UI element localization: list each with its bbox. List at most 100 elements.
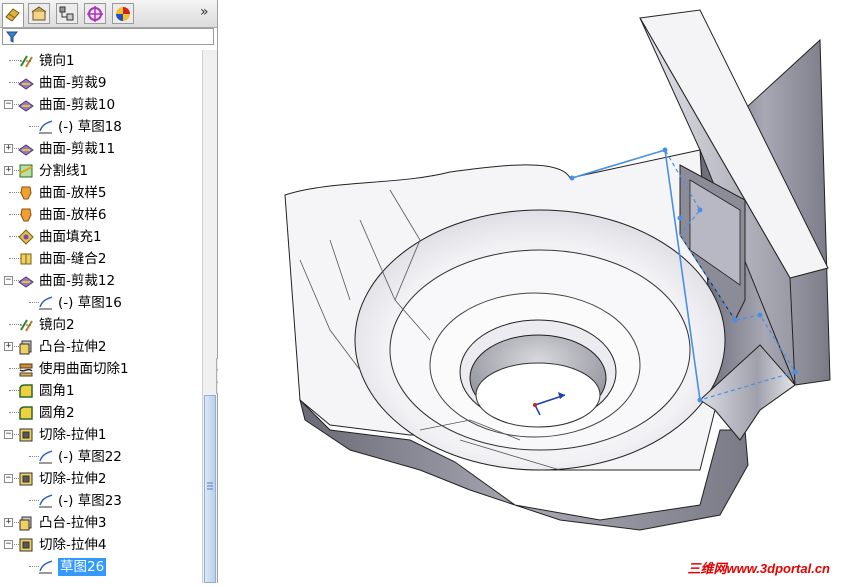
feature-manager-panel: » 镜向1 曲面-剪裁9 − 曲面-剪裁10 (-) 草图18 + 曲面-剪裁11 + 分割线1…: [0, 0, 218, 583]
collapse-toggle[interactable]: −: [4, 474, 13, 483]
tree-item[interactable]: 曲面-放样5: [0, 182, 202, 204]
surface-trim-icon: [18, 100, 34, 112]
tree-item-label: (-) 草图16: [58, 295, 122, 311]
surface-loft-icon: [20, 208, 32, 222]
watermark: 三维网www.3dportal.cn: [687, 558, 830, 577]
collapse-toggle[interactable]: −: [4, 100, 13, 109]
expand-toggle[interactable]: +: [4, 166, 13, 175]
surface-trim-icon: [18, 276, 34, 288]
tree-item[interactable]: − 切除-拉伸4: [0, 534, 202, 556]
tree-item-label: 曲面填充1: [39, 229, 102, 245]
tree-item[interactable]: (-) 草图22: [0, 446, 202, 468]
tree-item-label: 凸台-拉伸3: [39, 515, 107, 531]
tree-item[interactable]: 镜向1: [0, 50, 202, 72]
surface-knit-icon: [20, 253, 32, 265]
tree-item[interactable]: (-) 草图18: [0, 116, 202, 138]
tree-item[interactable]: 曲面-缝合2: [0, 248, 202, 270]
surface-trim-icon: [18, 78, 34, 90]
tree-item[interactable]: (-) 草图23: [0, 490, 202, 512]
property-manager-tab[interactable]: [28, 3, 50, 24]
boss-extrude-icon: [19, 516, 32, 531]
tree-item-label: 曲面-剪裁9: [39, 75, 107, 91]
tree-item[interactable]: + 凸台-拉伸3: [0, 512, 202, 534]
expand-toggle[interactable]: +: [4, 144, 13, 153]
tree-item-label: 曲面-缝合2: [39, 251, 107, 267]
boss-extrude-icon: [19, 340, 32, 355]
collapse-toggle[interactable]: −: [4, 540, 13, 549]
grip-icon: [207, 482, 213, 490]
fillet-icon: [19, 384, 33, 398]
display-manager-icon: [116, 7, 130, 21]
configuration-manager-icon: [59, 6, 74, 21]
feature-manager-icon: [5, 8, 20, 22]
cut-extrude-icon: [19, 538, 33, 552]
tree-item-label: (-) 草图23: [58, 493, 122, 509]
cut-extrude-icon: [19, 472, 33, 486]
tree-item[interactable]: − 切除-拉伸2: [0, 468, 202, 490]
tree-item-label: 曲面-放样5: [39, 185, 107, 201]
surface-cut-icon: [19, 363, 33, 377]
tree-item-label: 曲面-放样6: [39, 207, 107, 223]
tree-item[interactable]: + 分割线1: [0, 160, 202, 182]
scrollbar-thumb[interactable]: [204, 395, 216, 583]
tree-item[interactable]: 曲面-剪裁9: [0, 72, 202, 94]
tree-item-label: (-) 草图18: [58, 119, 122, 135]
tree-item-label: 镜向1: [39, 53, 75, 69]
sketch-icon: [39, 120, 53, 134]
tree-item[interactable]: 使用曲面切除1: [0, 358, 202, 380]
tree-item-label: 使用曲面切除1: [39, 361, 129, 377]
dimxpert-icon: [87, 6, 103, 22]
expand-toggle[interactable]: +: [4, 518, 13, 527]
sketch-icon: [39, 296, 53, 310]
tree-item[interactable]: 镜向2: [0, 314, 202, 336]
tree-item-label: 圆角1: [39, 383, 75, 399]
tree-item[interactable]: 曲面-放样6: [0, 204, 202, 226]
tree-item-label: 分割线1: [39, 163, 89, 179]
display-manager-tab[interactable]: [112, 3, 134, 24]
panel-tab-bar: »: [0, 0, 217, 28]
3d-model-render: [284, 9, 831, 531]
dimxpert-tab[interactable]: [84, 3, 106, 24]
tree-item[interactable]: − 曲面-剪裁10: [0, 94, 202, 116]
configuration-manager-tab[interactable]: [56, 3, 78, 24]
feature-manager-tab[interactable]: [2, 3, 24, 27]
sketch-icon: [39, 450, 53, 464]
tree-item[interactable]: 圆角2: [0, 402, 202, 424]
surface-fill-icon: [18, 229, 34, 245]
tree-filter-bar[interactable]: [2, 28, 214, 45]
tree-item[interactable]: (-) 草图16: [0, 292, 202, 314]
tree-item[interactable]: + 曲面-剪裁11: [0, 138, 202, 160]
tree-item-label: 切除-拉伸4: [39, 537, 107, 553]
collapse-toggle[interactable]: −: [4, 276, 13, 285]
cut-extrude-icon: [19, 428, 33, 442]
tree-item[interactable]: 草图26: [0, 556, 202, 578]
tree-item-label: 圆角2: [39, 405, 75, 421]
split-line-icon: [19, 164, 33, 178]
tree-item-label: 曲面-剪裁12: [39, 273, 116, 289]
sketch-icon: [39, 560, 53, 574]
tree-item[interactable]: 曲面填充1: [0, 226, 202, 248]
watermark-url: www.3dportal.cn: [726, 561, 830, 576]
property-manager-icon: [31, 6, 47, 21]
expand-toggle[interactable]: +: [4, 342, 13, 351]
surface-loft-icon: [20, 186, 32, 200]
tree-item-label: 切除-拉伸2: [39, 471, 107, 487]
filter-icon: [5, 31, 19, 43]
tree-item[interactable]: 圆角1: [0, 380, 202, 402]
tree-item-label: 切除-拉伸1: [39, 427, 107, 443]
sketch-icon: [39, 494, 53, 508]
graphics-viewport[interactable]: 三维网www.3dportal.cn: [218, 0, 850, 583]
feature-tree: 镜向1 曲面-剪裁9 − 曲面-剪裁10 (-) 草图18 + 曲面-剪裁11 + 分割线1 曲面…: [0, 50, 202, 583]
watermark-brand: 三维网: [687, 561, 727, 576]
tree-item[interactable]: − 曲面-剪裁12: [0, 270, 202, 292]
tab-overflow-button[interactable]: »: [200, 4, 209, 20]
surface-trim-icon: [18, 144, 34, 156]
collapse-toggle[interactable]: −: [4, 430, 13, 439]
tree-scrollbar[interactable]: [202, 50, 217, 583]
tree-item-label: (-) 草图22: [58, 449, 122, 465]
tree-item-label: 曲面-剪裁11: [39, 141, 116, 157]
tree-item[interactable]: + 凸台-拉伸2: [0, 336, 202, 358]
tree-item-label: 草图26: [58, 558, 107, 576]
tree-item[interactable]: − 切除-拉伸1: [0, 424, 202, 446]
fillet-icon: [19, 406, 33, 420]
